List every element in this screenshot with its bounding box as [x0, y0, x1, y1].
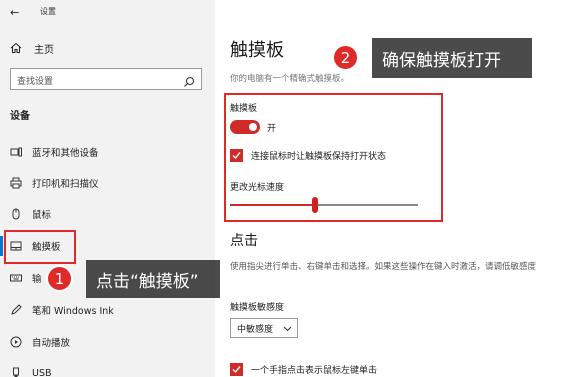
cursor-speed-label: 更改光标速度 — [230, 183, 285, 193]
section-heading-taps: 点击 — [230, 233, 258, 249]
sidebar-item-label: 笔和 Windows Ink — [32, 306, 114, 317]
taps-description: 使用指尖进行单击、右键单击和选择。如果这些操作在键入时激活，请调低敏感度 — [230, 262, 537, 272]
keyboard-icon — [10, 272, 22, 284]
sidebar-item-printers[interactable]: 打印机和扫描仪 — [10, 174, 210, 192]
toggle-state-text: 开 — [267, 124, 277, 134]
settings-sidebar: ← 设置 主页 设备 蓝牙和其他设备 打印机和扫描仪 鼠标 — [0, 0, 215, 377]
keep-on-label: 连接鼠标时让触摸板保持打开状态 — [251, 151, 387, 162]
slider-fill — [230, 204, 315, 206]
sidebar-item-usb[interactable]: USB — [10, 364, 210, 377]
page-subtitle: 你的电脑有一个精确式触摸板。 — [230, 74, 350, 84]
usb-icon — [10, 367, 22, 377]
toggle-knob — [249, 123, 257, 131]
sidebar-item-label: 输 — [32, 274, 42, 285]
callout-step-1: 点击“触摸板” — [86, 260, 220, 298]
keep-on-checkbox[interactable] — [230, 148, 243, 162]
home-icon — [10, 42, 22, 54]
single-tap-checkbox-row[interactable]: 一个手指点击表示鼠标左键单击 — [230, 362, 377, 376]
page-title: 触摸板 — [230, 40, 284, 61]
step-badge-2: 2 — [332, 44, 359, 71]
back-button[interactable]: ← — [10, 6, 19, 19]
sensitivity-label: 触摸板敏感度 — [230, 303, 285, 313]
sidebar-item-bluetooth[interactable]: 蓝牙和其他设备 — [10, 143, 210, 161]
touchpad-toggle[interactable] — [230, 120, 260, 134]
checkmark-icon — [232, 365, 241, 373]
mouse-icon — [10, 208, 22, 220]
sidebar-item-label: 鼠标 — [32, 210, 52, 221]
cursor-speed-slider[interactable] — [230, 196, 418, 214]
single-tap-checkbox[interactable] — [230, 362, 243, 376]
sidebar-item-autoplay[interactable]: 自动播放 — [10, 333, 210, 351]
window-title: 设置 — [40, 7, 56, 16]
single-tap-label: 一个手指点击表示鼠标左键单击 — [251, 365, 378, 376]
sidebar-item-label: 自动播放 — [32, 338, 71, 349]
sidebar-item-label: 蓝牙和其他设备 — [32, 148, 99, 159]
touchpad-highlight-box — [4, 230, 76, 264]
callout-text: 确保触摸板打开 — [382, 50, 501, 71]
callout-text: 点击“触摸板” — [96, 271, 199, 292]
sidebar-item-pen[interactable]: 笔和 Windows Ink — [10, 301, 210, 319]
checkmark-icon — [232, 151, 241, 159]
sidebar-item-label: 打印机和扫描仪 — [32, 179, 99, 190]
search-box[interactable] — [10, 68, 202, 92]
autoplay-icon — [10, 336, 22, 348]
keep-on-checkbox-row[interactable]: 连接鼠标时让触摸板保持打开状态 — [230, 148, 386, 162]
sensitivity-value: 中敏感度 — [237, 324, 274, 335]
sidebar-item-label: USB — [32, 367, 52, 377]
printer-icon — [10, 177, 22, 189]
step-badge-1: 1 — [46, 265, 73, 292]
sensitivity-dropdown[interactable]: 中敏感度 — [230, 318, 298, 338]
callout-step-2: 确保触摸板打开 — [372, 38, 532, 78]
chevron-down-icon — [283, 324, 292, 333]
sidebar-item-home[interactable]: 主页 — [10, 40, 54, 56]
active-indicator — [0, 236, 3, 256]
search-input[interactable] — [11, 72, 181, 92]
pen-icon — [10, 304, 22, 316]
section-heading-devices: 设备 — [10, 111, 30, 122]
search-icon[interactable] — [183, 73, 195, 87]
home-label: 主页 — [34, 44, 54, 56]
slider-thumb[interactable] — [312, 197, 318, 213]
touchpad-toggle-label: 触摸板 — [230, 104, 258, 114]
sidebar-item-mouse[interactable]: 鼠标 — [10, 205, 210, 223]
bluetooth-icon — [10, 146, 22, 158]
